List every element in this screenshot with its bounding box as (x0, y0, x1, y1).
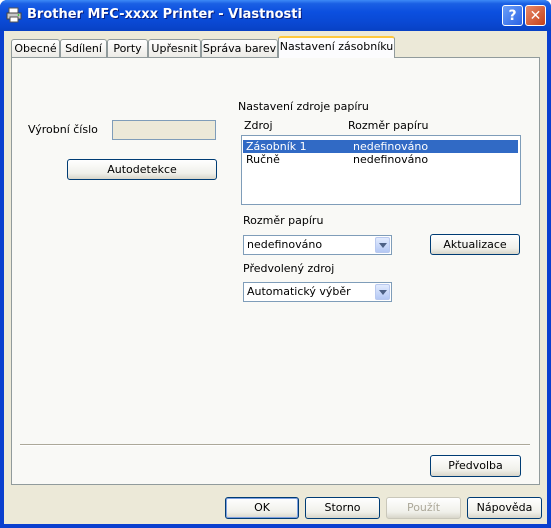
help-label: Nápověda (476, 501, 533, 514)
tab-label: Nastavení zásobníku (279, 40, 394, 53)
cancel-button[interactable]: Storno (305, 497, 380, 519)
paper-size-value: nedefinováno (247, 238, 323, 251)
tab-label: Upřesnit (151, 42, 198, 55)
ok-label: OK (254, 501, 270, 514)
tab-label: Obecné (14, 42, 57, 55)
window-title: Brother MFC-xxxx Printer - Vlastnosti (27, 7, 302, 22)
tab-label: Porty (113, 42, 142, 55)
update-button[interactable]: Aktualizace (430, 234, 520, 255)
serial-label: Výrobní číslo (28, 123, 98, 136)
close-button[interactable]: ✕ (525, 5, 546, 26)
tab-sharing[interactable]: Sdílení (60, 39, 107, 57)
list-item[interactable]: Ručně nedefinováno (243, 153, 518, 166)
chevron-down-icon[interactable] (375, 237, 390, 253)
chevron-down-icon[interactable] (375, 284, 390, 300)
source-settings-heading: Nastavení zdroje papíru (238, 100, 369, 113)
apply-button[interactable]: Použít (386, 497, 461, 519)
title-bar[interactable]: Brother MFC-xxxx Printer - Vlastnosti ? … (0, 0, 551, 31)
help-button[interactable]: Nápověda (467, 497, 542, 519)
tab-advanced[interactable]: Upřesnit (148, 39, 201, 57)
list-item-source: Zásobník 1 (246, 140, 307, 153)
tab-label: Správa barev (202, 42, 277, 55)
autodetect-button[interactable]: Autodetekce (67, 159, 217, 180)
list-item-source: Ručně (246, 153, 280, 166)
tab-general[interactable]: Obecné (11, 39, 60, 57)
list-item[interactable]: Zásobník 1 nedefinováno (243, 140, 518, 153)
paper-source-list[interactable]: Zásobník 1 nedefinováno Ručně nedefinová… (241, 135, 521, 205)
col-source-header: Zdroj (244, 119, 273, 132)
dialog-client: Obecné Sdílení Porty Upřesnit Správa bar… (4, 31, 547, 524)
default-source-value: Automatický výběr (247, 285, 351, 298)
tab-panel: Výrobní číslo Autodetekce Nastavení zdro… (11, 57, 540, 485)
printer-icon (6, 7, 22, 23)
close-icon: ✕ (529, 8, 542, 24)
properties-window: Brother MFC-xxxx Printer - Vlastnosti ? … (0, 0, 551, 528)
serial-field (112, 120, 216, 140)
autodetect-label: Autodetekce (107, 163, 177, 176)
tab-label: Sdílení (65, 42, 102, 55)
default-source-label: Předvolený zdroj (243, 262, 335, 275)
help-title-button[interactable]: ? (502, 5, 523, 26)
list-item-size: nedefinováno (353, 140, 429, 153)
update-label: Aktualizace (443, 238, 507, 251)
list-item-size: nedefinováno (353, 153, 429, 166)
help-icon: ? (508, 8, 517, 24)
tab-ports[interactable]: Porty (107, 39, 148, 57)
paper-size-select[interactable]: nedefinováno (243, 235, 392, 255)
tab-color-management[interactable]: Správa barev (201, 39, 278, 57)
ok-button[interactable]: OK (225, 497, 299, 519)
paper-size-label: Rozměr papíru (243, 214, 324, 227)
col-size-header: Rozměr papíru (348, 119, 429, 132)
defaults-label: Předvolba (448, 459, 503, 472)
tab-tray-settings[interactable]: Nastavení zásobníku (278, 36, 395, 58)
default-source-select[interactable]: Automatický výběr (243, 282, 392, 302)
defaults-button[interactable]: Předvolba (430, 455, 521, 477)
cancel-label: Storno (324, 501, 361, 514)
apply-label: Použít (406, 501, 441, 514)
divider (20, 444, 530, 446)
